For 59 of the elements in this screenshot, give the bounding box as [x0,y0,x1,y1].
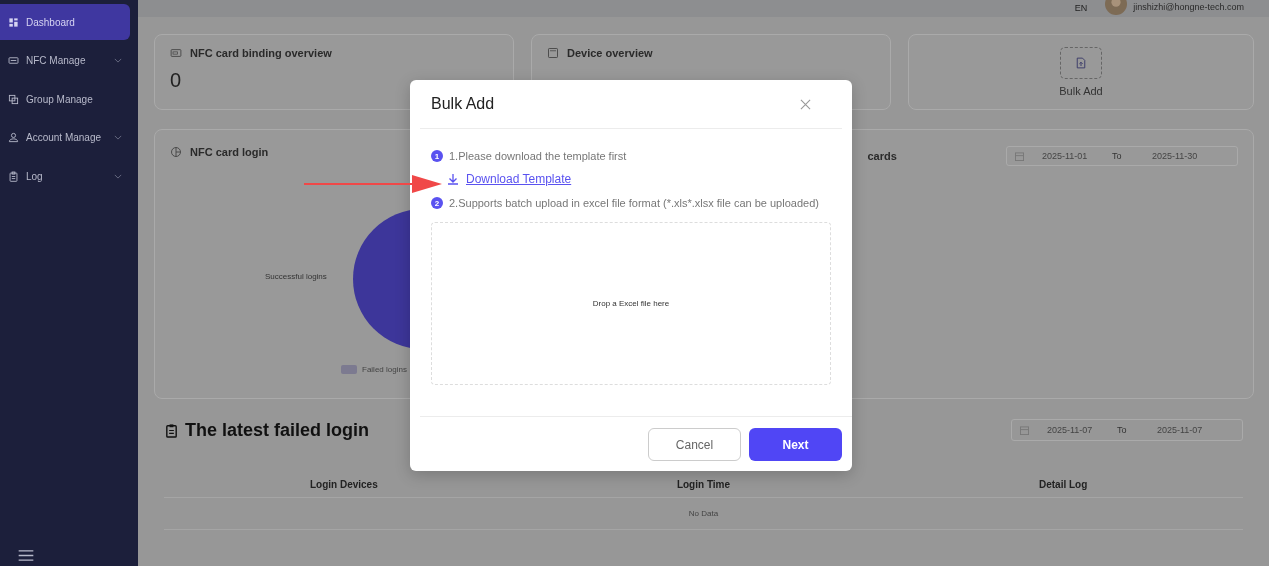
chart-label: Successful logins [265,272,327,281]
user-icon [8,132,19,143]
step-number: 2 [431,197,443,209]
cancel-button[interactable]: Cancel [648,428,741,461]
bulk-add-label: Bulk Add [1059,85,1103,97]
column-header: Login Time [676,479,731,490]
dialog-title: Bulk Add [431,95,495,113]
user-email: jinshizhi@hongne-tech.com [1133,1,1244,12]
clipboard-icon [8,170,19,182]
calendar-icon [1015,151,1024,161]
column-header: Detail Log [1039,479,1088,490]
calendar-icon [1020,425,1029,435]
end-date: 2025-11-30 [1152,151,1199,161]
binding-count: 0 [170,69,183,92]
chart-icon [170,146,182,158]
language-label: EN [1074,3,1088,14]
section-title: The latest failed login [185,419,370,441]
chevron-down-icon [114,58,122,63]
column-header: Login Devices [309,479,378,490]
grid-icon [8,16,19,28]
layers-icon [8,93,19,105]
sidebar-item[interactable]: Group Manage [0,81,130,117]
card-icon [8,55,19,66]
range-separator: To [1112,151,1123,161]
date-range-field[interactable]: 2025-11-07 To 2025-11-07 [1011,419,1243,441]
range-separator: To [1117,425,1128,435]
file-upload-icon [1075,57,1087,69]
device-icon [547,47,559,59]
end-date: 2025-11-07 [1157,425,1204,435]
card-title: Device overview [567,47,653,59]
start-date: 2025-11-07 [1047,425,1094,435]
legend-swatch [341,365,357,374]
card-title: NFC card login [190,146,269,158]
download-icon [447,173,459,185]
close-icon[interactable] [800,98,811,110]
empty-message: No Data [688,509,719,518]
start-date: 2025-11-01 [1042,151,1089,161]
upload-tile[interactable] [1060,47,1102,79]
next-button[interactable]: Next [749,428,842,461]
card-icon [170,47,182,59]
chevron-down-icon [114,173,122,179]
step-text: 2.Supports batch upload in excel file format (*.xls*.xlsx file can be uploaded) [449,197,819,209]
menu-icon[interactable] [18,550,34,561]
step-text: 1.Please download the template first [449,150,627,162]
download-template-link[interactable]: Download Template [447,172,572,186]
chevron-down-icon [114,135,122,140]
sidebar-item[interactable]: Log [0,158,130,194]
step-number: 1 [431,150,443,162]
card-title: cards [867,150,897,162]
file-drop-zone[interactable]: Drop a Excel file here [431,222,831,385]
legend-label: Failed logins [362,365,407,374]
sidebar-item[interactable]: NFC Manage [0,42,130,79]
card-title: NFC card binding overview [190,47,332,59]
sidebar-item[interactable]: Account Manage [0,119,130,156]
clipboard-icon [164,422,179,438]
date-range-field[interactable]: 2025-11-01 To 2025-11-30 [1006,146,1238,166]
bulk-add-card[interactable]: Bulk Add [908,34,1254,110]
sidebar-item[interactable]: Dashboard [0,4,130,40]
avatar-icon[interactable] [1105,0,1128,15]
